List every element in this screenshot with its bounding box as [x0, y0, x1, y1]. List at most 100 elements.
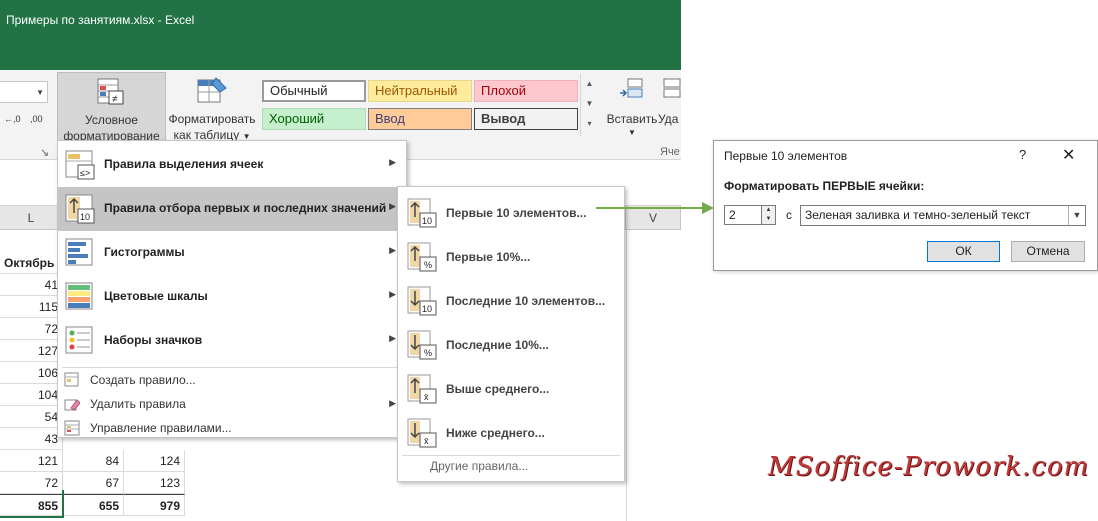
format-as-table-button[interactable]: Форматировать как таблицу ▼: [166, 72, 258, 144]
submenu-item-bottom-10-items[interactable]: 10 Последние 10 элементов...: [398, 279, 624, 323]
style-normal[interactable]: Обычный: [262, 80, 366, 102]
cell-l7[interactable]: 54: [0, 406, 63, 428]
spin-up-icon[interactable]: ▲: [762, 206, 775, 215]
submenu-item-below-average[interactable]: x̄ Ниже среднего...: [398, 411, 624, 455]
menu-separator: [402, 455, 620, 456]
top-10-items-dialog: Первые 10 элементов ? ✕ Форматировать ПЕ…: [713, 140, 1098, 271]
submenu-item-above-average[interactable]: x̄ Выше среднего...: [398, 367, 624, 411]
highlight-cells-rules-icon: ≤>: [65, 150, 95, 180]
cancel-button[interactable]: Отмена: [1011, 241, 1085, 262]
styles-gallery-controls: ▲ ▼ ▾: [580, 74, 598, 136]
menu-item-create-rule[interactable]: Создать правило...: [58, 369, 406, 391]
menu-item-highlight-rules[interactable]: ≤> Правила выделения ячеек ▶: [58, 143, 406, 187]
menu-item-top-bottom-rules[interactable]: 10 Правила отбора первых и последних зна…: [58, 187, 406, 231]
menu-item-label: Создать правило...: [90, 373, 196, 387]
gallery-down-icon[interactable]: ▼: [581, 94, 598, 114]
chevron-down-icon[interactable]: ▼: [1068, 206, 1085, 225]
column-header-l[interactable]: L: [0, 206, 63, 230]
cell-m10[interactable]: 67: [63, 472, 124, 494]
chevron-right-icon: ▶: [389, 245, 396, 255]
manage-rules-icon: [64, 420, 80, 436]
conditional-formatting-button[interactable]: ≠ Условное форматирование ▼: [57, 72, 166, 156]
insert-cells-button[interactable]: Вставить ▼: [606, 72, 658, 144]
cell-l6[interactable]: 104: [0, 384, 63, 406]
style-neutral[interactable]: Нейтральный: [368, 80, 472, 102]
format-select-value: Зеленая заливка и темно-зеленый текст: [805, 208, 1031, 222]
menu-item-label: Правила отбора первых и последних значен…: [104, 201, 387, 215]
svg-text:≠: ≠: [112, 94, 118, 105]
data-bars-icon: [65, 238, 93, 266]
submenu-item-label: Выше среднего...: [446, 382, 550, 396]
style-bad[interactable]: Плохой: [474, 80, 578, 102]
conditional-formatting-icon: ≠: [97, 78, 124, 105]
insert-cells-icon: [620, 78, 643, 98]
menu-item-clear-rules[interactable]: Удалить правила ▶: [58, 393, 406, 415]
below-average-icon: x̄: [407, 418, 437, 448]
grid-line: [626, 230, 627, 521]
decrease-decimal-button[interactable]: ,00: [30, 114, 43, 124]
dialog-instruction: Форматировать ПЕРВЫЕ ячейки:: [724, 179, 925, 193]
cell-l-total[interactable]: 855: [0, 494, 63, 516]
submenu-item-top-10-items[interactable]: 10 Первые 10 элементов...: [398, 191, 624, 235]
style-input[interactable]: Ввод: [368, 108, 472, 130]
increase-decimal-button[interactable]: ←,0: [4, 114, 21, 124]
close-icon[interactable]: ✕: [1062, 145, 1075, 165]
bottom-10-percent-icon: %: [407, 330, 437, 360]
spin-down-icon[interactable]: ▼: [762, 215, 775, 224]
icon-sets-icon: [65, 326, 93, 354]
cell-n9[interactable]: 124: [124, 450, 185, 472]
cell-l3[interactable]: 72: [0, 318, 63, 340]
submenu-item-bottom-10-percent[interactable]: % Последние 10%...: [398, 323, 624, 367]
cell-l2[interactable]: 115: [0, 296, 63, 318]
cell-l9[interactable]: 121: [0, 450, 63, 472]
count-input[interactable]: 2: [724, 205, 762, 225]
menu-item-icon-sets[interactable]: Наборы значков ▶: [58, 319, 406, 363]
bottom-10-items-icon: 10: [407, 286, 437, 316]
title-bar: Примеры по занятиям.xlsx - Excel: [0, 0, 681, 70]
dialog-title: Первые 10 элементов: [724, 149, 848, 163]
cell-l8[interactable]: 43: [0, 428, 63, 450]
help-icon[interactable]: ?: [1019, 147, 1026, 162]
delete-cells-icon: [663, 78, 681, 98]
insert-cells-label: Вставить: [606, 112, 658, 126]
style-good[interactable]: Хороший: [262, 108, 366, 130]
window-title: Примеры по занятиям.xlsx - Excel: [6, 13, 195, 27]
cell-l5[interactable]: 106: [0, 362, 63, 384]
cell-n-total[interactable]: 979: [124, 494, 185, 516]
chevron-right-icon: ▶: [389, 157, 396, 167]
number-group-launcher-icon[interactable]: ↘: [40, 146, 49, 159]
cell-l1[interactable]: 41: [0, 274, 63, 296]
svg-text:10: 10: [80, 212, 90, 222]
icon-badge: 10: [422, 304, 432, 314]
cell-m9[interactable]: 84: [63, 450, 124, 472]
top-10-percent-icon: %: [407, 242, 437, 272]
format-select[interactable]: Зеленая заливка и темно-зеленый текст ▼: [800, 205, 1086, 226]
style-output[interactable]: Вывод: [474, 108, 578, 130]
icon-badge: %: [424, 348, 432, 358]
count-spinner[interactable]: ▲ ▼: [762, 205, 776, 225]
menu-item-color-scales[interactable]: Цветовые шкалы ▶: [58, 275, 406, 319]
selected-cell-border: [0, 516, 64, 518]
cell-l4[interactable]: 127: [0, 340, 63, 362]
new-rule-icon: [64, 372, 79, 387]
cell-n10[interactable]: 123: [124, 472, 185, 494]
format-as-table-icon: [197, 77, 227, 103]
gallery-more-icon[interactable]: ▾: [581, 114, 598, 134]
cell-styles-gallery: Обычный Нейтральный Плохой Хороший Ввод …: [258, 74, 598, 136]
gallery-up-icon[interactable]: ▲: [581, 74, 598, 94]
submenu-item-top-10-percent[interactable]: % Первые 10%...: [398, 235, 624, 279]
menu-item-label: Гистограммы: [104, 245, 185, 259]
delete-cells-button[interactable]: Уда: [658, 72, 682, 144]
menu-item-label: Правила выделения ячеек: [104, 157, 264, 171]
ok-button[interactable]: ОК: [927, 241, 1000, 262]
icon-badge: %: [424, 260, 432, 270]
menu-item-label: Наборы значков: [104, 333, 203, 347]
header-cell-october[interactable]: Октябрь: [0, 252, 63, 274]
menu-item-data-bars[interactable]: Гистограммы ▶: [58, 231, 406, 275]
submenu-item-label: Первые 10 элементов...: [446, 206, 587, 220]
cell-l10[interactable]: 72: [0, 472, 63, 494]
cell-m-total[interactable]: 655: [63, 494, 124, 516]
menu-item-manage-rules[interactable]: Управление правилами...: [58, 417, 406, 439]
number-format-dropdown[interactable]: ▼: [0, 81, 48, 103]
submenu-item-more-rules[interactable]: Другие правила...: [430, 459, 528, 473]
